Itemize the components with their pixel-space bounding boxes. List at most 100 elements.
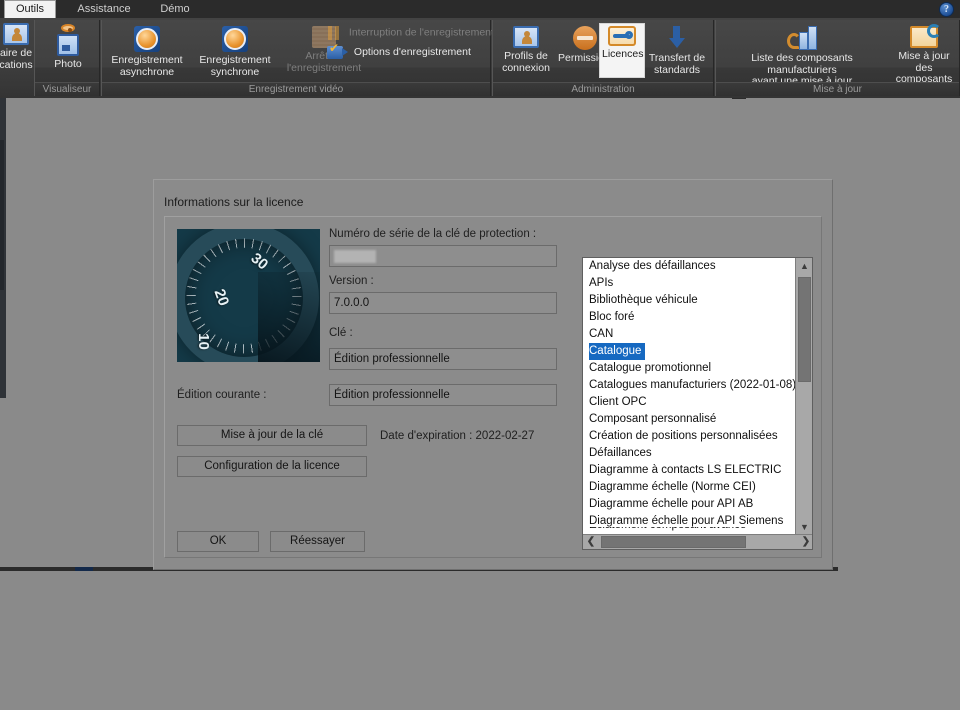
licensed-modules-listbox[interactable]: Analyse des défaillances APIs Bibliothèq… [582,257,813,550]
ribbon-button-enregistrement-synchrone-label-1: Enregistrement [199,54,271,66]
list-item[interactable]: Catalogue promotionnel [583,360,797,377]
publications-icon [3,23,29,45]
retry-button[interactable]: Réessayer [270,531,365,552]
licences-key-icon [608,26,636,46]
expiration-date-text: Date d'expiration : 2022-02-27 [380,430,535,442]
list-item-partially-visible-row[interactable]: Éclatement composant avancé [583,527,797,534]
key-label: Clé : [329,327,353,339]
list-vertical-scrollbar[interactable]: ▲ ▼ [795,258,812,536]
license-information-dialog: Informations sur la licence 30 20 10 Num… [153,179,833,570]
ribbon-button-photo-label: Photo [54,58,82,70]
padlock-number-10: 10 [194,333,212,350]
ribbon-button-profils-label-1: Profils de [504,50,548,62]
recording-options-icon [327,43,348,59]
ribbon-button-transfert-label-1: Transfert de [648,52,706,64]
padlock-dial-image: 30 20 10 [177,229,320,362]
list-item[interactable]: Bloc foré [583,309,797,326]
ribbon-button-photo[interactable]: Photo [45,24,91,71]
list-item[interactable]: APIs [583,275,797,292]
connection-profiles-icon [513,26,539,48]
horizontal-scrollbar-thumb[interactable] [601,536,746,548]
ribbon-button-enregistrement-synchrone[interactable]: Enregistrement synchrone [192,24,278,78]
ribbon-button-licences[interactable]: Licences [599,23,645,78]
list-item[interactable]: Défaillances [583,445,797,462]
eye-icon [61,24,75,32]
ribbon-group-visualiseur-title: Visualiseur [35,82,99,96]
ribbon-button-enregistrement-asynchrone-label-2: asynchrone [119,65,175,78]
ribbon-group-visualiseur: Photo Visualiseur [34,20,100,96]
tab-demo-label: Démo [160,3,190,15]
scroll-right-arrow-icon[interactable]: ❯ [798,535,812,549]
serial-number-label: Numéro de série de la clé de protection … [329,228,537,240]
list-item[interactable]: Catalogues manufacturiers (2022-01-08) [583,377,797,394]
version-label: Version : [329,275,374,287]
record-async-icon [134,26,160,52]
ribbon-button-enregistrement-asynchrone-label-1: Enregistrement [111,54,183,66]
serial-number-field [329,245,557,267]
manufacturer-components-list-icon [787,26,817,50]
scroll-up-arrow-icon[interactable]: ▲ [796,258,812,275]
ok-button[interactable]: OK [177,531,259,552]
ribbon-button-transfert-label-2: standards [653,63,701,76]
list-item-selected-row[interactable]: Catalogue [583,343,797,360]
licensed-modules-list[interactable]: Analyse des défaillances APIs Bibliothèq… [583,258,797,536]
ribbon-group-administration: Profils de connexion Permissions Licence… [492,20,714,96]
tab-outils[interactable]: Outils [4,0,56,18]
list-item[interactable]: CAN [583,326,797,343]
list-item[interactable]: Diagramme échelle pour API AB [583,496,797,513]
photo-icon [57,34,79,56]
ribbon-button-liste-composants-label-1: Liste des composants manufacturiers [751,52,853,76]
permissions-icon [573,26,597,50]
ribbon-button-licences-label: Licences [602,48,644,60]
list-item[interactable]: Analyse des défaillances [583,258,797,275]
list-item[interactable]: Bibliothèque véhicule [583,292,797,309]
ribbon-button-enregistrement-asynchrone[interactable]: Enregistrement asynchrone [104,24,190,78]
list-item[interactable]: Création de positions personnalisées [583,428,797,445]
update-components-icon [910,24,941,48]
transfer-standards-icon [664,26,690,50]
pause-icon [328,26,340,40]
list-item[interactable]: Composant personnalisé [583,411,797,428]
help-icon[interactable]: ? [939,2,954,17]
serial-number-redaction [334,250,376,263]
ribbon-button-maj-composants-label-1: Mise à jour des [898,50,950,74]
ribbon: Outils Assistance Démo ? aire de cations… [0,0,960,98]
list-item[interactable]: Diagramme échelle (Norme CEI) [583,479,797,496]
list-item-partial[interactable]: Éclatement composant avancé [583,527,797,534]
ribbon-button-interruption-enregistrement: Interruption de l'enregistrement [324,26,494,40]
ribbon-button-options-enregistrement[interactable]: Options d'enregistrement [324,43,494,59]
current-edition-label: Édition courante : [177,389,267,401]
ribbon-tab-strip: Outils Assistance Démo ? [0,0,960,18]
ribbon-button-options-label: Options d'enregistrement [353,45,471,58]
key-field: Édition professionnelle [329,348,557,370]
ribbon-group-enregistrement-video-title: Enregistrement vidéo [102,82,490,96]
vertical-scrollbar-thumb[interactable] [798,277,811,382]
ribbon-button-profils-label-2: connexion [502,61,550,74]
ribbon-button-transfert-standards[interactable]: Transfert de standards [645,24,709,76]
padlock-shadow [258,272,320,362]
ribbon-button-mise-a-jour-composants[interactable]: Mise à jour des composants [888,24,960,86]
list-item-selected[interactable]: Catalogue [589,343,646,360]
dialog-content-panel: 30 20 10 Numéro de série de la clé de pr… [164,216,822,558]
ribbon-button-profils-connexion[interactable]: Profils de connexion [497,24,555,74]
ribbon-group-mise-a-jour-title: Mise à jour [716,82,959,96]
list-item[interactable]: Client OPC [583,394,797,411]
ribbon-group-administration-title: Administration [493,82,713,96]
background-window-left-edge-2 [0,140,4,290]
current-edition-field: Édition professionnelle [329,384,557,406]
update-key-button[interactable]: Mise à jour de la clé [177,425,367,446]
tab-assistance[interactable]: Assistance [64,0,144,18]
ribbon-button-arret-enregistrement-label-2: l'enregistrement [286,61,362,74]
background-window-bottom-accent [75,567,93,571]
tab-demo[interactable]: Démo [150,0,200,18]
ribbon-body: aire de cations Photo Visualiseur Enregi… [0,18,960,98]
scroll-left-arrow-icon[interactable]: ❮ [583,535,599,549]
list-horizontal-scrollbar[interactable]: ❮ ❯ [583,534,812,549]
record-sync-icon [222,26,248,52]
license-configuration-button[interactable]: Configuration de la licence [177,456,367,477]
ribbon-group-enregistrement-video: Enregistrement asynchrone Enregistrement… [101,20,494,96]
list-item[interactable]: Diagramme à contacts LS ELECTRIC [583,462,797,479]
tab-assistance-label: Assistance [77,3,131,15]
ribbon-button-liste-composants-manufacturiers[interactable]: Liste des composants manufacturiers ayan… [720,24,884,88]
version-field: 7.0.0.0 [329,292,557,314]
